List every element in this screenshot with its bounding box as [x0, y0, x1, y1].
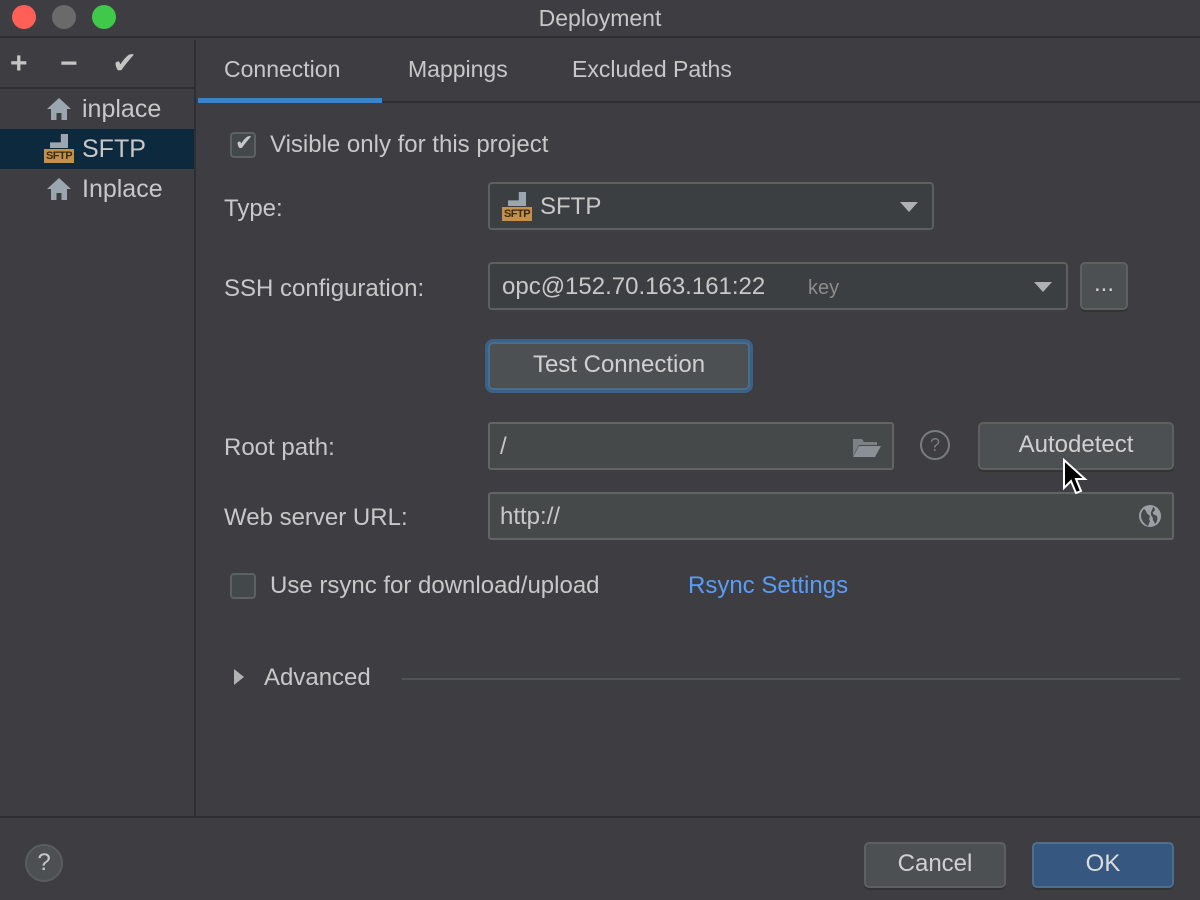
root-path-input[interactable]: /	[488, 422, 894, 470]
rsync-settings-link[interactable]: Rsync Settings	[688, 572, 848, 600]
tab-bar: Connection Mappings Excluded Paths	[198, 40, 1200, 103]
ok-button[interactable]: OK	[1032, 842, 1174, 888]
use-rsync-label: Use rsync for download/upload	[270, 572, 600, 599]
server-item-label: SFTP	[82, 134, 146, 163]
globe-icon[interactable]	[1138, 504, 1162, 535]
help-button[interactable]: ?	[25, 844, 63, 882]
mouse-pointer-icon	[1062, 457, 1088, 501]
server-item-inplace-2[interactable]: Inplace	[0, 169, 194, 209]
root-path-label: Root path:	[224, 434, 335, 461]
sftp-icon: SFTP	[502, 192, 532, 222]
advanced-separator	[402, 678, 1180, 680]
remove-server-button[interactable]: −	[60, 48, 78, 80]
chevron-down-icon	[1034, 282, 1052, 292]
server-list-toolbar: + − ✔	[0, 40, 194, 89]
add-server-button[interactable]: +	[10, 48, 28, 80]
ssh-configuration-label: SSH configuration:	[224, 275, 425, 302]
visible-only-checkbox[interactable]: ✔	[230, 130, 256, 158]
server-list: inplace SFTP SFTP Inplace	[0, 89, 194, 209]
sftp-icon: SFTP	[44, 134, 74, 164]
title-bar: Deployment	[0, 0, 1200, 38]
server-list-panel: + − ✔ inplace SFTP SFTP Inplace	[0, 40, 196, 816]
type-label: Type:	[224, 195, 283, 222]
ssh-configuration-value: opc@152.70.163.161:22	[502, 273, 766, 300]
server-item-inplace[interactable]: inplace	[0, 89, 194, 129]
web-server-url-value: http://	[500, 503, 561, 530]
web-server-url-label: Web server URL:	[224, 504, 408, 531]
test-connection-button[interactable]: Test Connection	[488, 342, 750, 390]
server-item-label: Inplace	[82, 174, 163, 203]
root-path-value: /	[500, 433, 507, 460]
tab-mappings[interactable]: Mappings	[408, 56, 508, 83]
set-default-server-button[interactable]: ✔	[112, 48, 137, 80]
window-title: Deployment	[538, 5, 662, 31]
use-rsync-checkbox[interactable]	[230, 573, 256, 599]
edit-ssh-configurations-button[interactable]: ...	[1080, 262, 1128, 310]
tab-excluded-paths[interactable]: Excluded Paths	[572, 56, 732, 83]
check-icon: ✔	[235, 130, 254, 155]
chevron-down-icon	[900, 202, 918, 212]
home-icon	[44, 94, 74, 124]
server-item-sftp[interactable]: SFTP SFTP	[0, 129, 194, 169]
ssh-auth-hint: key	[808, 277, 840, 299]
home-icon	[44, 174, 74, 204]
settings-panel: Connection Mappings Excluded Paths ✔ Vis…	[198, 40, 1200, 816]
dialog-footer: ? Cancel OK	[0, 816, 1200, 900]
visible-only-label: Visible only for this project	[270, 131, 549, 158]
folder-browse-icon[interactable]	[852, 436, 882, 465]
root-path-help-icon[interactable]: ?	[920, 430, 950, 460]
type-dropdown[interactable]: SFTP SFTP	[488, 182, 934, 230]
tab-connection[interactable]: Connection	[224, 56, 340, 83]
advanced-section-toggle[interactable]: Advanced	[264, 664, 371, 692]
active-tab-indicator	[198, 98, 382, 103]
expand-advanced-icon[interactable]	[234, 669, 244, 685]
ssh-configuration-dropdown[interactable]: opc@152.70.163.161:22 key	[488, 262, 1068, 310]
type-value: SFTP	[540, 193, 602, 220]
cancel-button[interactable]: Cancel	[864, 842, 1006, 888]
server-item-label: inplace	[82, 94, 162, 123]
